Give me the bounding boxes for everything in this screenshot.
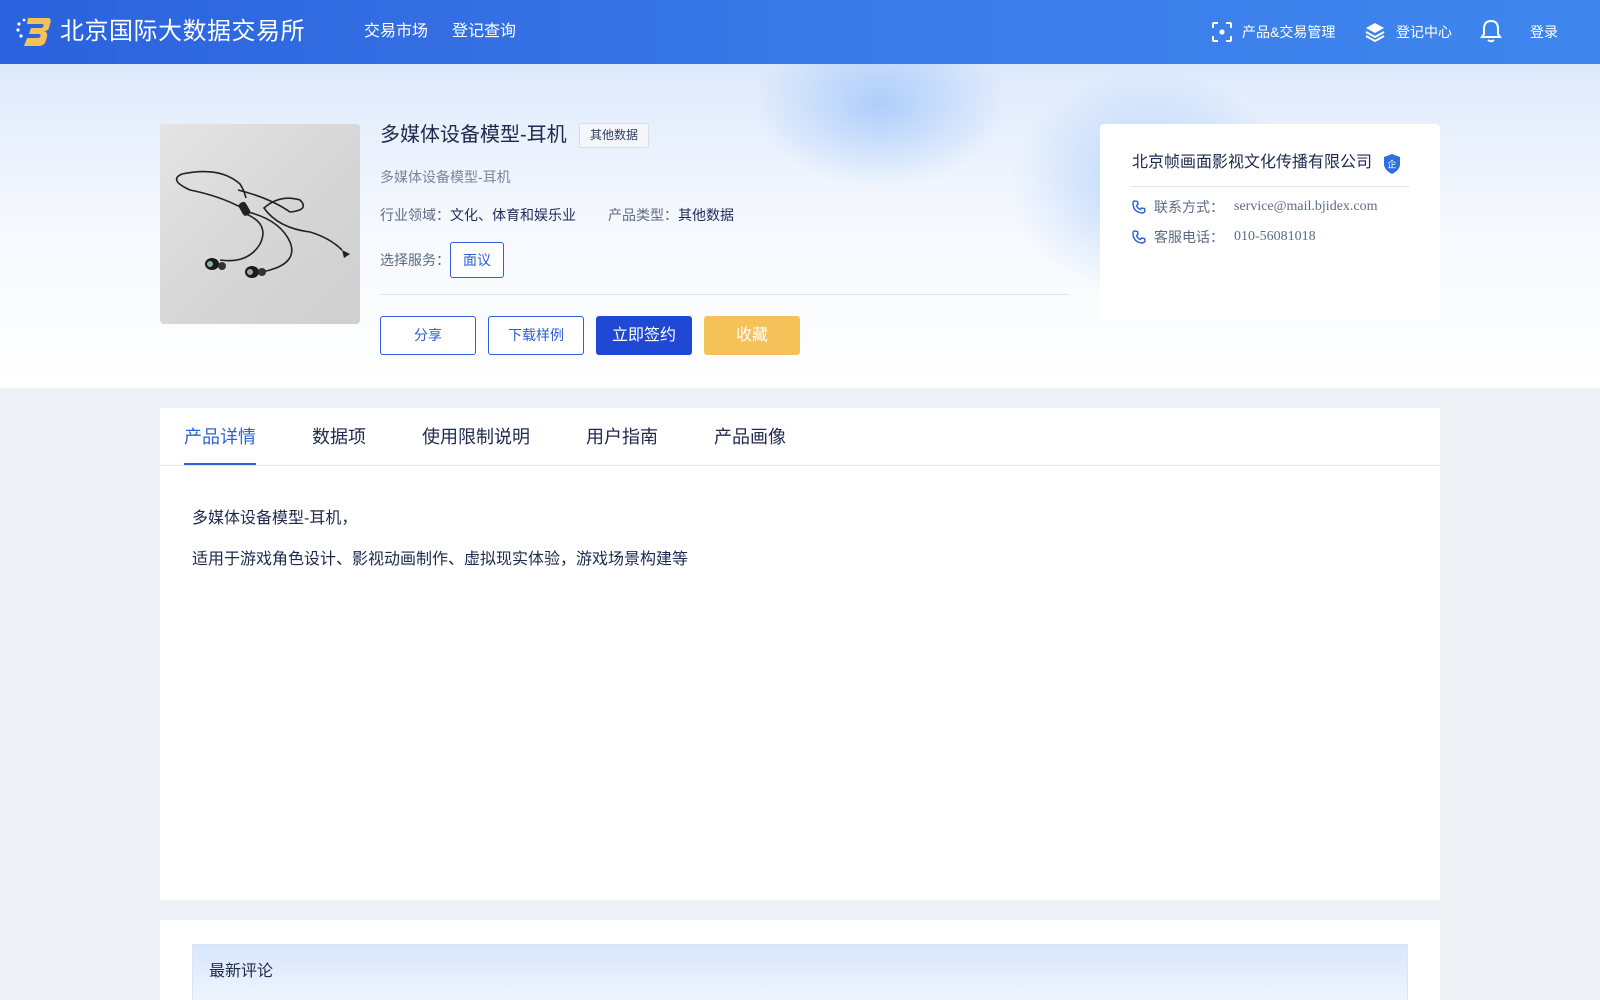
product-detail-panel: 产品详情 数据项 使用限制说明 用户指南 产品画像 多媒体设备模型-耳机， 适用… bbox=[160, 408, 1440, 900]
company-name[interactable]: 北京帧画面影视文化传播有限公司 bbox=[1132, 151, 1372, 175]
product-type-field: 产品类型：其他数据 bbox=[608, 205, 734, 225]
service-phone-row: 客服电话： 010-56081018 bbox=[1132, 227, 1316, 247]
tab-product-profile[interactable]: 产品画像 bbox=[714, 424, 786, 450]
registration-center-link[interactable]: 登记中心 bbox=[1364, 20, 1452, 44]
product-type-value: 其他数据 bbox=[678, 207, 734, 223]
product-trade-management-label: 产品&交易管理 bbox=[1242, 24, 1336, 40]
industry-label: 行业领域： bbox=[380, 207, 450, 223]
brand-title[interactable]: 北京国际大数据交易所 bbox=[60, 16, 305, 48]
active-tab-indicator bbox=[184, 463, 256, 465]
tab-usage-restrictions[interactable]: 使用限制说明 bbox=[422, 424, 530, 450]
company-divider bbox=[1130, 186, 1410, 187]
svg-text:企: 企 bbox=[1387, 159, 1396, 171]
company-card: 北京帧画面影视文化传播有限公司 企 联系方式： service@mail.bji… bbox=[1100, 124, 1440, 320]
nav-registration-query[interactable]: 登记查询 bbox=[452, 21, 516, 43]
comments-header: 最新评论 bbox=[192, 944, 1408, 1000]
download-sample-button[interactable]: 下载样例 bbox=[488, 316, 584, 355]
service-option-negotiable[interactable]: 面议 bbox=[450, 242, 504, 278]
contact-method-row: 联系方式： service@mail.bjidex.com bbox=[1132, 197, 1378, 217]
detail-tabs: 产品详情 数据项 使用限制说明 用户指南 产品画像 bbox=[160, 408, 1440, 466]
scan-icon bbox=[1212, 22, 1232, 42]
hero-divider bbox=[380, 294, 1068, 295]
phone-icon bbox=[1132, 230, 1146, 244]
share-button[interactable]: 分享 bbox=[380, 316, 476, 355]
product-type-label: 产品类型： bbox=[608, 207, 678, 223]
comments-section: 最新评论 bbox=[160, 920, 1440, 1000]
tab-data-items[interactable]: 数据项 bbox=[312, 424, 366, 450]
favorite-button[interactable]: 收藏 bbox=[704, 316, 800, 355]
top-navigation-bar: 北京国际大数据交易所 交易市场 登记查询 产品&交易管理 登记中心 登录 bbox=[0, 0, 1600, 64]
notifications-button[interactable] bbox=[1480, 19, 1512, 43]
earphones-image bbox=[175, 170, 350, 278]
registration-center-label: 登记中心 bbox=[1396, 24, 1452, 40]
bell-icon bbox=[1480, 19, 1502, 43]
sign-now-button[interactable]: 立即签约 bbox=[596, 316, 692, 355]
product-category-tag: 其他数据 bbox=[579, 123, 650, 148]
contact-method-label: 联系方式： bbox=[1154, 199, 1224, 215]
login-link[interactable]: 登录 bbox=[1530, 20, 1558, 44]
nav-trading-market[interactable]: 交易市场 bbox=[364, 21, 428, 43]
detail-description-line: 适用于游戏角色设计、影视动画制作、虚拟现实体验，游戏场景构建等 bbox=[192, 551, 689, 568]
service-phone-value: 010-56081018 bbox=[1234, 229, 1316, 244]
product-image bbox=[160, 124, 360, 324]
layers-icon bbox=[1365, 23, 1385, 43]
contact-email-value: service@mail.bjidex.com bbox=[1234, 199, 1378, 214]
service-label: 选择服务： bbox=[380, 252, 450, 268]
comments-title: 最新评论 bbox=[209, 963, 274, 980]
logo-icon[interactable] bbox=[16, 14, 52, 48]
detail-description-line: 多媒体设备模型-耳机， bbox=[192, 510, 358, 527]
industry-field: 行业领域：文化、体育和娱乐业 bbox=[380, 205, 576, 225]
industry-value: 文化、体育和娱乐业 bbox=[450, 207, 576, 223]
tab-product-details[interactable]: 产品详情 bbox=[184, 424, 256, 450]
service-phone-label: 客服电话： bbox=[1154, 229, 1224, 245]
enterprise-verified-icon: 企 bbox=[1384, 154, 1400, 174]
product-trade-management-link[interactable]: 产品&交易管理 bbox=[1212, 20, 1335, 44]
product-title: 多媒体设备模型-耳机 bbox=[380, 124, 567, 146]
tab-user-guide[interactable]: 用户指南 bbox=[586, 424, 658, 450]
product-subtitle: 多媒体设备模型-耳机 bbox=[380, 169, 511, 185]
phone-icon bbox=[1132, 200, 1146, 214]
